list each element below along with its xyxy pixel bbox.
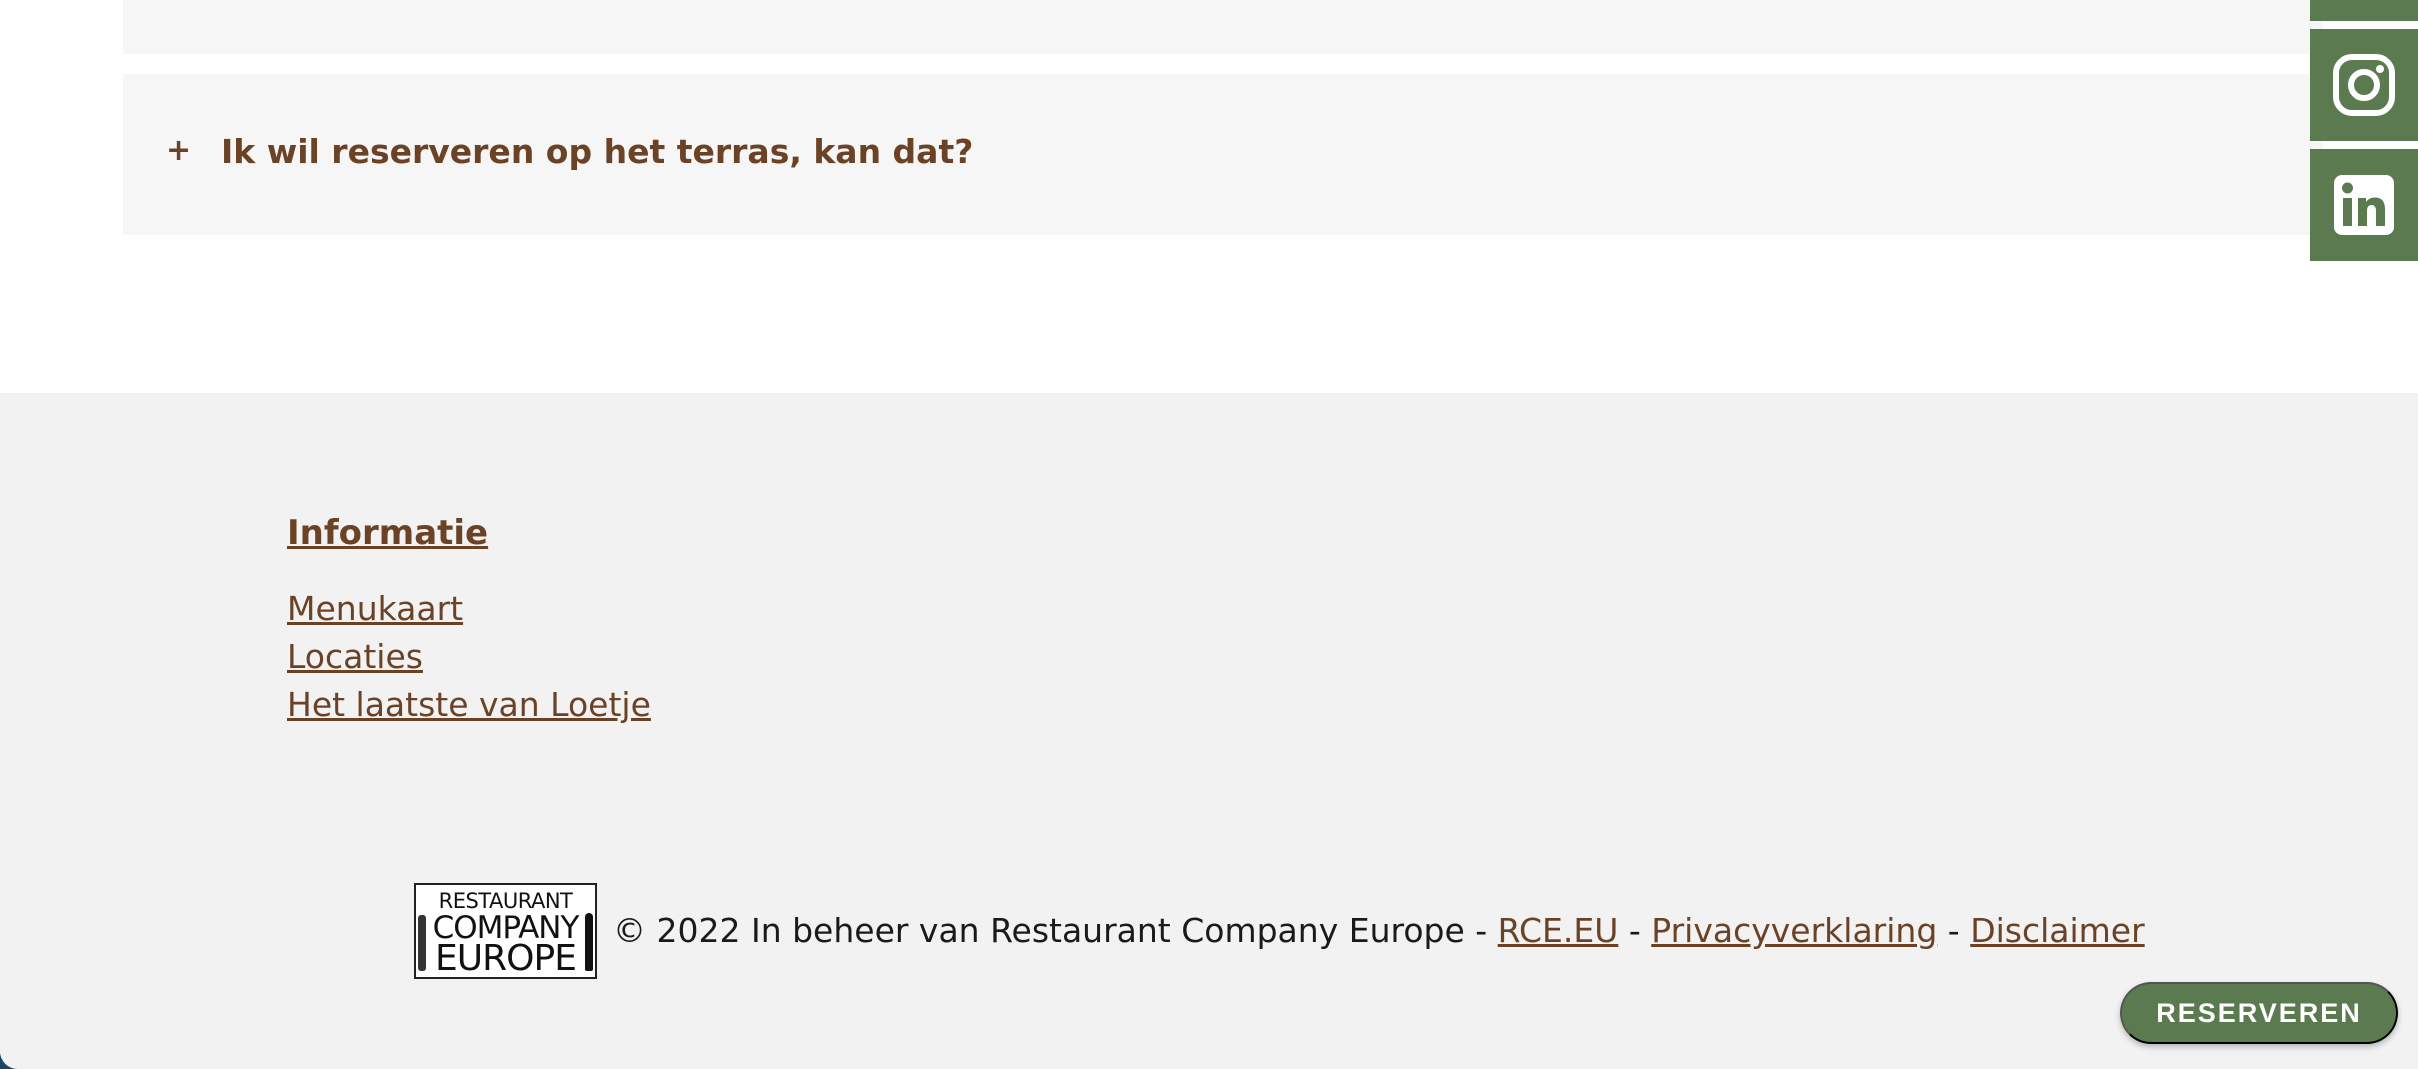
reserve-button[interactable]: RESERVEREN (2120, 982, 2398, 1044)
faq-item-terrace[interactable]: + Ik wil reserveren op het terras, kan d… (123, 74, 2323, 235)
rce-logo: RESTAURANT COMPANY EUROPE (414, 883, 597, 979)
page: + Ik wil reserveren op het terras, kan d… (0, 0, 2418, 1069)
faq-item-previous[interactable] (123, 0, 2323, 54)
privacy-link[interactable]: Privacyverklaring (1651, 911, 1937, 950)
linkedin-icon (2334, 175, 2394, 235)
copyright-text: © 2022 In beheer van Restaurant Company … (613, 911, 1488, 950)
plus-icon[interactable]: + (166, 136, 191, 166)
disclaimer-link[interactable]: Disclaimer (1970, 911, 2145, 950)
instagram-icon (2333, 54, 2395, 116)
copyright-line: © 2022 In beheer van Restaurant Company … (613, 911, 2145, 951)
separator: - (1628, 911, 1641, 950)
social-button-partial[interactable] (2310, 0, 2418, 21)
linkedin-button[interactable] (2310, 149, 2418, 261)
rce-link[interactable]: RCE.EU (1498, 911, 1619, 950)
site-footer: Informatie Menukaart Locaties Het laatst… (0, 393, 2418, 1069)
footer-info-links: Menukaart Locaties Het laatste van Loetj… (287, 585, 651, 729)
separator: - (1947, 911, 1960, 950)
footer-link-menukaart[interactable]: Menukaart (287, 585, 651, 633)
faq-question[interactable]: Ik wil reserveren op het terras, kan dat… (221, 134, 973, 170)
instagram-button[interactable] (2310, 29, 2418, 141)
footer-link-locaties[interactable]: Locaties (287, 633, 651, 681)
footer-info-heading[interactable]: Informatie (287, 513, 488, 553)
footer-link-laatste-nieuws[interactable]: Het laatste van Loetje (287, 681, 651, 729)
